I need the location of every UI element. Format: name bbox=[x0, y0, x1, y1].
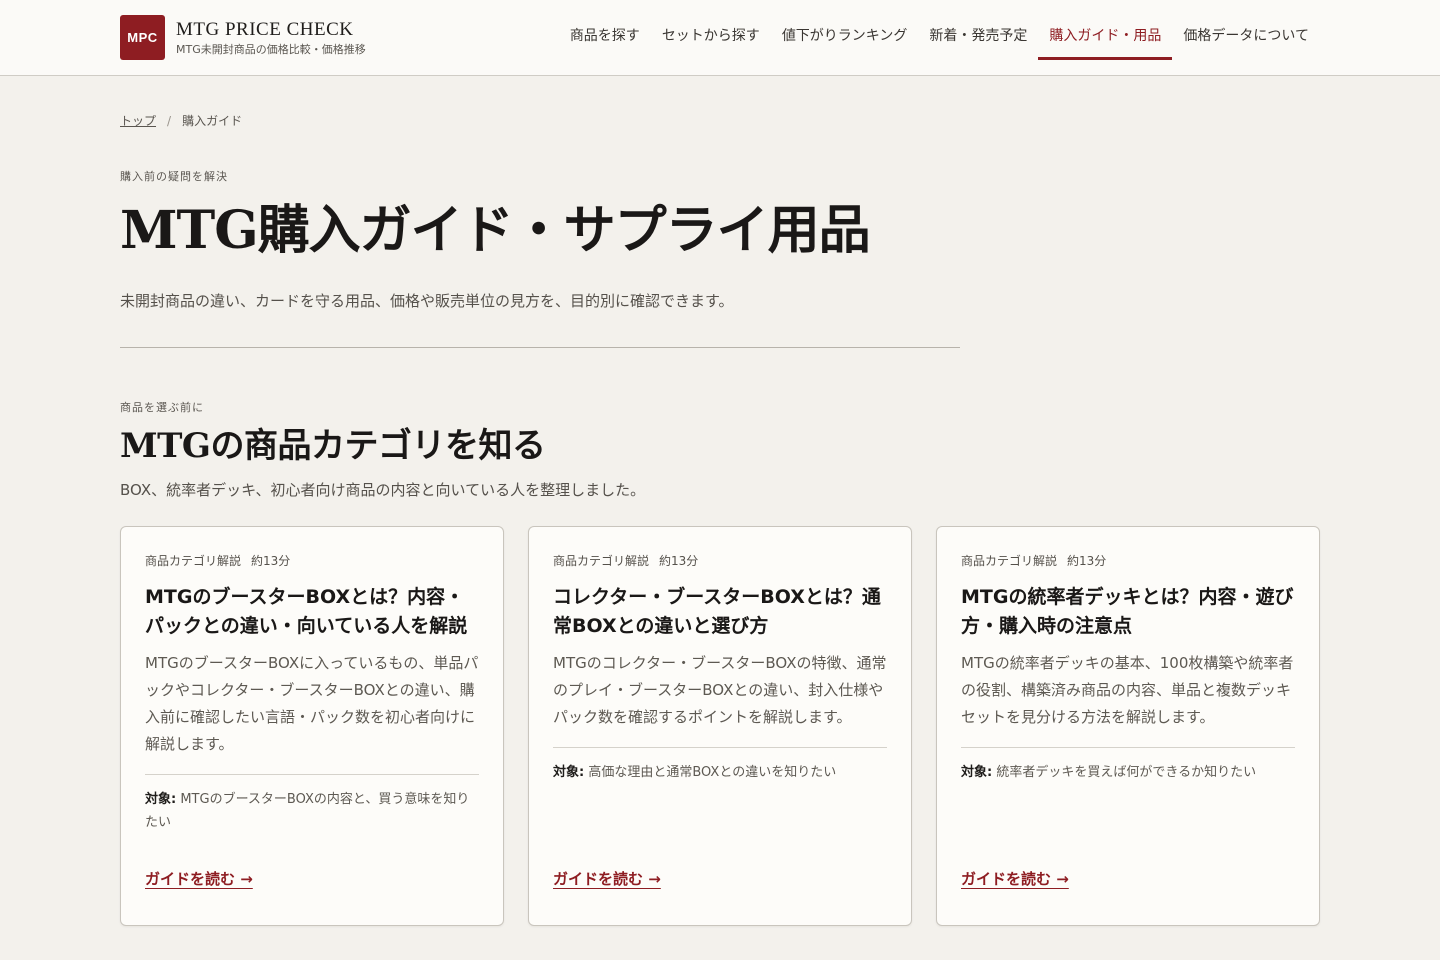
card-divider bbox=[145, 774, 479, 775]
card-title[interactable]: MTGのブースターBOXとは？内容・パックとの違い・向いている人を解説 bbox=[145, 583, 479, 641]
card-title[interactable]: MTGの統率者デッキとは？内容・遊び方・購入時の注意点 bbox=[961, 583, 1295, 641]
read-guide-link[interactable]: ガイドを読む → bbox=[145, 868, 253, 889]
nav-item-buying-guide[interactable]: 購入ガイド・用品 bbox=[1038, 0, 1173, 70]
hero-lead: 未開封商品の違い、カードを守る用品、価格や販売単位の見方を、目的別に確認できます… bbox=[120, 292, 734, 310]
hero-divider bbox=[120, 347, 960, 348]
card-target-label: 対象: bbox=[145, 792, 177, 807]
breadcrumb-home-link[interactable]: トップ bbox=[120, 112, 156, 129]
card-divider bbox=[553, 747, 887, 748]
read-guide-link[interactable]: ガイドを読む → bbox=[961, 868, 1069, 889]
card-description: MTGのブースターBOXに入っているもの、単品パックやコレクター・ブースターBO… bbox=[145, 654, 479, 753]
site-tagline: MTG未開封商品の価格比較・価格推移 bbox=[176, 42, 366, 56]
card-description: MTGの統率者デッキの基本、100枚構築や統率者の役割、構築済み商品の内容、単品… bbox=[961, 654, 1294, 726]
card-target-text: 統率者デッキを買えば何ができるか知りたい bbox=[996, 765, 1257, 780]
site-logo[interactable]: MPC bbox=[120, 15, 165, 60]
guide-card-grid: 商品カテゴリ解説 約13分 MTGのブースターBOXとは？内容・パックとの違い・向… bbox=[120, 526, 1320, 926]
nav-item-search-by-set[interactable]: セットから探す bbox=[651, 0, 771, 70]
section-lead: BOX、統率者デッキ、初心者向け商品の内容と向いている人を整理しました。 bbox=[120, 481, 646, 499]
card-category: 商品カテゴリ解説 bbox=[961, 554, 1058, 568]
main-nav: 商品を探す セットから探す 値下がりランキング 新着・発売予定 購入ガイド・用品… bbox=[559, 0, 1320, 76]
guide-card-collector-booster-box: 商品カテゴリ解説 約13分 コレクター・ブースターBOXとは？通常BOXとの違いと… bbox=[528, 526, 912, 926]
brand[interactable]: MTG PRICE CHECK MTG未開封商品の価格比較・価格推移 bbox=[176, 19, 366, 57]
hero-eyebrow: 購入前の疑問を解決 bbox=[120, 170, 228, 183]
card-read-time: 約13分 bbox=[251, 554, 291, 568]
page-title: MTG購入ガイド・サプライ用品 bbox=[120, 200, 871, 261]
guide-card-booster-box: 商品カテゴリ解説 約13分 MTGのブースターBOXとは？内容・パックとの違い・向… bbox=[120, 526, 504, 926]
card-description: MTGのコレクター・ブースターBOXの特徴、通常のプレイ・ブースターBOXとの違… bbox=[553, 654, 887, 726]
section-eyebrow: 商品を選ぶ前に bbox=[120, 401, 204, 414]
card-read-time: 約13分 bbox=[659, 554, 699, 568]
main-content: トップ / 購入ガイド 購入前の疑問を解決 MTG購入ガイド・サプライ用品 未開… bbox=[0, 112, 1440, 926]
nav-item-search-products[interactable]: 商品を探す bbox=[559, 0, 651, 70]
card-target: 対象: 高価な理由と通常BOXとの違いを知りたい bbox=[553, 761, 887, 784]
card-meta: 商品カテゴリ解説 約13分 bbox=[961, 553, 1295, 569]
nav-item-price-drop-ranking[interactable]: 値下がりランキング bbox=[771, 0, 919, 70]
guide-card-commander-deck: 商品カテゴリ解説 約13分 MTGの統率者デッキとは？内容・遊び方・購入時の注意点… bbox=[936, 526, 1320, 926]
card-target-label: 対象: bbox=[553, 765, 585, 780]
breadcrumb-separator: / bbox=[167, 113, 172, 128]
nav-item-about-price-data[interactable]: 価格データについて bbox=[1172, 0, 1320, 70]
card-target-text: MTGのブースターBOXの内容と、買う意味を知りたい bbox=[145, 792, 470, 830]
section-title: MTGの商品カテゴリを知る bbox=[120, 426, 546, 466]
card-category: 商品カテゴリ解説 bbox=[553, 554, 650, 568]
card-read-time: 約13分 bbox=[1067, 554, 1107, 568]
nav-item-new-releases[interactable]: 新着・発売予定 bbox=[918, 0, 1038, 70]
breadcrumb: トップ / 購入ガイド bbox=[120, 112, 1320, 129]
card-target: 対象: 統率者デッキを買えば何ができるか知りたい bbox=[961, 761, 1295, 784]
card-category: 商品カテゴリ解説 bbox=[145, 554, 242, 568]
card-divider bbox=[961, 747, 1295, 748]
card-target-label: 対象: bbox=[961, 765, 993, 780]
site-header: MPC MTG PRICE CHECK MTG未開封商品の価格比較・価格推移 商… bbox=[0, 0, 1440, 76]
card-target-text: 高価な理由と通常BOXとの違いを知りたい bbox=[588, 765, 837, 780]
card-meta: 商品カテゴリ解説 約13分 bbox=[145, 553, 479, 569]
read-guide-link[interactable]: ガイドを読む → bbox=[553, 868, 661, 889]
breadcrumb-current: 購入ガイド bbox=[182, 114, 243, 128]
site-name[interactable]: MTG PRICE CHECK bbox=[176, 19, 366, 41]
card-meta: 商品カテゴリ解説 約13分 bbox=[553, 553, 887, 569]
card-title[interactable]: コレクター・ブースターBOXとは？通常BOXとの違いと選び方 bbox=[553, 583, 887, 641]
card-target: 対象: MTGのブースターBOXの内容と、買う意味を知りたい bbox=[145, 788, 479, 834]
